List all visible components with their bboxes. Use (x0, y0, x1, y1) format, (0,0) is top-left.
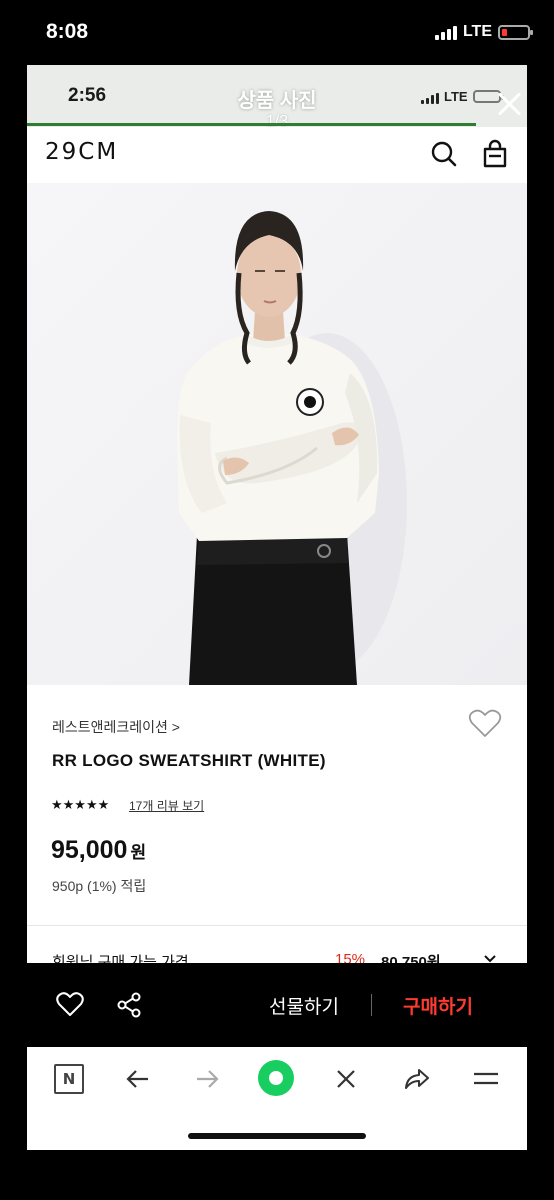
reward-points: 950p (1%) 적립 (52, 878, 147, 894)
review-link[interactable]: 17개 리뷰 보기 (129, 797, 204, 814)
price-currency: 원 (130, 843, 147, 862)
battery-icon (498, 24, 533, 40)
model-photo (27, 183, 527, 685)
photo-viewer-header: 2:56 상품 사진 1/3 LTE (27, 65, 527, 130)
search-icon[interactable] (429, 139, 459, 169)
outer-status-indicators: LTE (434, 23, 533, 41)
price-value: 95,000 (51, 836, 128, 864)
outer-status-time: 8:08 (46, 20, 89, 43)
heart-icon[interactable] (56, 991, 84, 1019)
close-tab-icon[interactable] (331, 1064, 361, 1094)
buy-button[interactable]: 구매하기 (403, 992, 473, 1019)
back-arrow-icon[interactable] (123, 1064, 153, 1094)
wishlist-heart-icon[interactable] (468, 709, 502, 739)
naver-home-icon[interactable]: N (54, 1064, 84, 1094)
green-dot-icon[interactable] (258, 1060, 294, 1096)
inner-status-indicators: LTE (421, 89, 504, 104)
forward-arrow-icon[interactable] (192, 1064, 222, 1094)
outer-status-bar: 8:08 LTE (0, 0, 554, 64)
gift-button[interactable]: 선물하기 (269, 992, 339, 1019)
product-price: 95,000 원 (51, 836, 146, 865)
share-icon[interactable] (115, 991, 143, 1019)
inner-signal-icon (421, 89, 439, 104)
brand-link[interactable]: 레스트앤레크레이션 > (52, 717, 180, 737)
shopping-bag-icon[interactable] (480, 139, 510, 169)
product-info: 레스트앤레크레이션 > RR LOGO SWEATSHIRT (WHITE) ★… (27, 685, 527, 971)
menu-icon[interactable] (471, 1064, 501, 1094)
viewer-progress-line (27, 123, 476, 126)
signal-icon (434, 25, 457, 40)
divider (27, 925, 527, 926)
app-screenshot: 2:56 상품 사진 1/3 LTE 29CM 레스트앤레크레이션 > RR L… (27, 65, 527, 1150)
bottom-bezel (0, 1150, 554, 1200)
inner-network-label: LTE (444, 89, 468, 104)
bar-separator (371, 994, 372, 1016)
outer-network-label: LTE (462, 23, 492, 40)
product-image[interactable] (27, 183, 527, 685)
share-arrow-icon[interactable] (401, 1064, 431, 1094)
home-indicator[interactable] (188, 1133, 366, 1139)
purchase-bar: 선물하기 구매하기 (27, 963, 527, 1047)
browser-toolbar: N (27, 1047, 527, 1150)
rating-stars: ★★★★★ (51, 797, 110, 812)
product-name: RR LOGO SWEATSHIRT (WHITE) (52, 751, 326, 770)
brand-logo[interactable]: 29CM (45, 139, 118, 165)
app-header: 29CM (27, 127, 527, 183)
close-icon[interactable] (493, 87, 527, 121)
